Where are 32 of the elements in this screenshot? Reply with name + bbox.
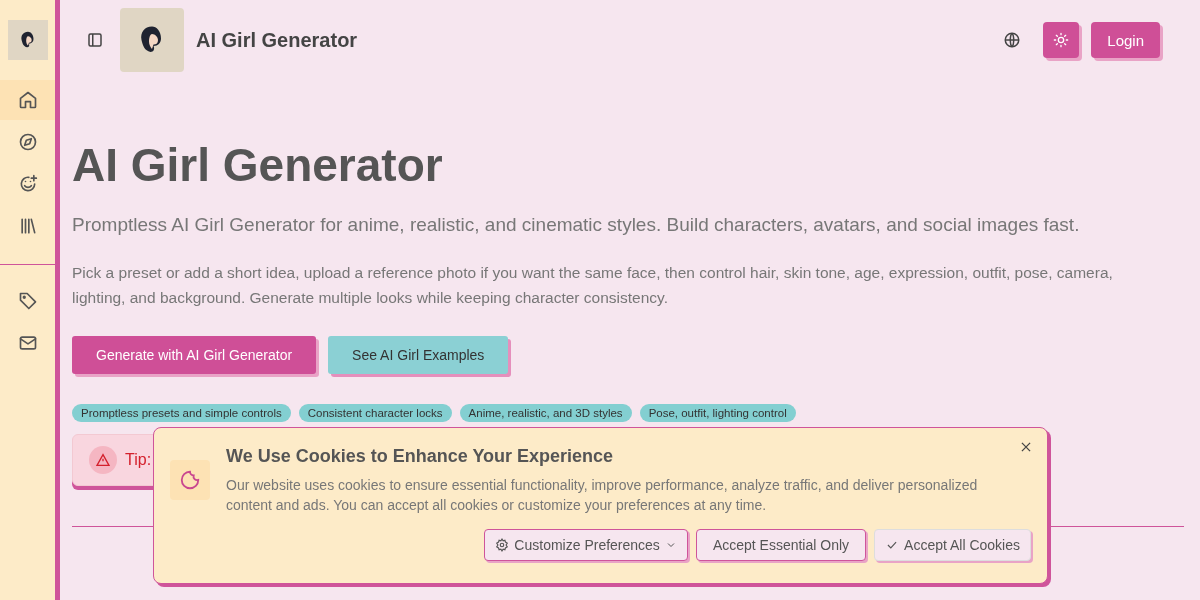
cookie-text: Our website uses cookies to ensure essential functionality, improve performance, analyze traffic, and deliver personalized content and ads. You can accept all cookies or customize your preferences at any time. [226, 476, 979, 515]
logo[interactable] [120, 8, 184, 72]
subtitle: Promptless AI Girl Generator for anime, realistic, and cinematic styles. Build characters, avatars, and social images fast. [72, 214, 1081, 236]
cookie-title: We Use Cookies to Enhance Your Experience [226, 446, 615, 467]
login-button[interactable]: Login [1091, 22, 1160, 58]
site-title: AI Girl Generator [196, 28, 358, 52]
mail-icon [17, 333, 38, 353]
cookie-icon [179, 469, 201, 491]
close-icon[interactable] [1019, 440, 1033, 454]
sun-icon [1053, 32, 1070, 48]
page-title: AI Girl Generator [72, 138, 444, 192]
home-icon [17, 90, 38, 110]
theme-toggle-button[interactable] [1043, 22, 1080, 58]
generate-button[interactable]: Generate with AI Girl Generator [72, 336, 317, 374]
feature-tag: Promptless presets and simple controls [72, 404, 291, 422]
examples-button[interactable]: See AI Girl Examples [328, 336, 509, 374]
description: Pick a preset or add a short idea, upload a reference photo if you want the same face, then control hair, skin tone, age, expression, outfit, pose, camera, lighting, and background. Generate multiple looks while keeping character consistency. [72, 263, 1114, 308]
sidebar-toggle-icon[interactable] [86, 31, 104, 49]
customize-button[interactable]: Customize Preferences [484, 529, 688, 561]
accept-essential-button[interactable]: Accept Essential Only [695, 529, 867, 561]
gear-icon [495, 538, 510, 552]
feature-tag: Anime, realistic, and 3D styles [459, 404, 632, 422]
logo[interactable] [8, 20, 48, 60]
warning-icon [95, 452, 111, 468]
accept-all-button[interactable]: Accept All Cookies [874, 529, 1031, 561]
feature-tag: Pose, outfit, lighting control [639, 404, 796, 422]
feature-tag: Consistent character locks [298, 404, 452, 422]
compass-icon [17, 132, 38, 152]
globe-icon[interactable] [1003, 31, 1022, 49]
tip-label: Tip: [125, 451, 152, 469]
nav-item[interactable] [0, 80, 55, 120]
tag-icon [17, 291, 38, 311]
